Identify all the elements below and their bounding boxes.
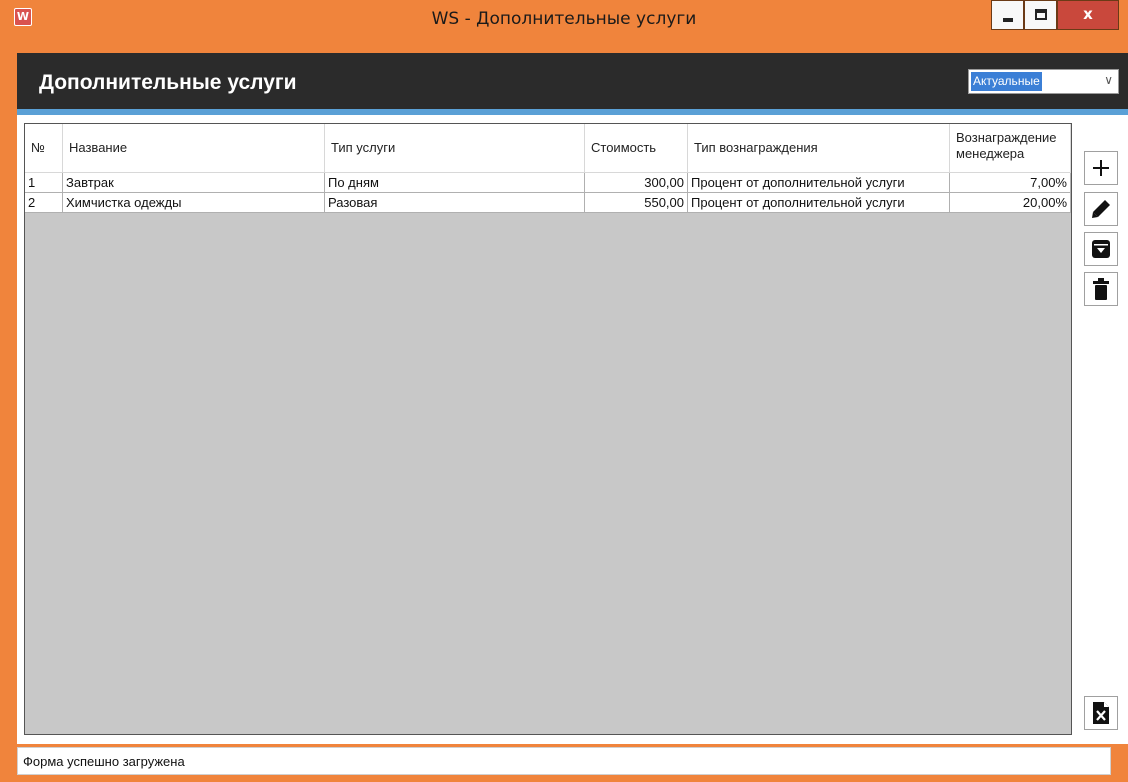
cell-number: 1 <box>25 173 63 193</box>
add-button[interactable] <box>1084 151 1118 185</box>
cell-number: 2 <box>25 193 63 213</box>
excel-export-icon <box>1093 702 1109 724</box>
filter-selected-value: Актуальные <box>971 72 1042 91</box>
cell-reward-type: Процент от дополнительной услуги <box>688 173 950 193</box>
column-header-service-type[interactable]: Тип услуги <box>325 124 585 173</box>
column-header-name[interactable]: Название <box>63 124 325 173</box>
column-header-cost[interactable]: Стоимость <box>585 124 688 173</box>
main-content: № Название Тип услуги Стоимость Тип возн… <box>17 115 1128 744</box>
trash-icon <box>1093 278 1109 300</box>
archive-icon <box>1092 240 1110 258</box>
minimize-button[interactable] <box>991 0 1024 30</box>
cell-name: Химчистка одежды <box>63 193 325 213</box>
export-excel-button[interactable] <box>1084 696 1118 730</box>
table-row[interactable]: 2 Химчистка одежды Разовая 550,00 Процен… <box>25 193 1071 213</box>
table-row[interactable]: 1 Завтрак По дням 300,00 Процент от допо… <box>25 173 1071 193</box>
status-filter-select[interactable]: Актуальные ∨ <box>968 69 1119 94</box>
grid-header: № Название Тип услуги Стоимость Тип возн… <box>25 124 1071 173</box>
maximize-button[interactable] <box>1024 0 1057 30</box>
archive-button[interactable] <box>1084 232 1118 266</box>
cell-service-type: По дням <box>325 173 585 193</box>
title-bar[interactable]: W WS - Дополнительные услуги x <box>0 0 1128 38</box>
column-header-reward-type[interactable]: Тип вознаграждения <box>688 124 950 173</box>
column-header-number[interactable]: № <box>25 124 63 173</box>
app-window: W WS - Дополнительные услуги x Дополните… <box>0 0 1128 782</box>
delete-button[interactable] <box>1084 272 1118 306</box>
page-header: Дополнительные услуги Актуальные ∨ <box>17 53 1128 109</box>
pencil-icon <box>1092 200 1110 218</box>
edit-button[interactable] <box>1084 192 1118 226</box>
minimize-icon <box>1003 18 1013 22</box>
window-title: WS - Дополнительные услуги <box>431 9 697 29</box>
status-bar: Форма успешно загружена <box>17 747 1111 775</box>
cell-manager-reward: 20,00% <box>950 193 1071 213</box>
status-message: Форма успешно загружена <box>23 754 185 769</box>
cell-cost: 550,00 <box>585 193 688 213</box>
cell-manager-reward: 7,00% <box>950 173 1071 193</box>
page-title: Дополнительные услуги <box>39 71 297 94</box>
services-grid[interactable]: № Название Тип услуги Стоимость Тип возн… <box>24 123 1072 735</box>
cell-name: Завтрак <box>63 173 325 193</box>
maximize-icon <box>1035 9 1047 20</box>
cell-reward-type: Процент от дополнительной услуги <box>688 193 950 213</box>
close-icon: x <box>1083 5 1093 23</box>
chevron-down-icon[interactable]: ∨ <box>1104 73 1113 87</box>
plus-icon <box>1093 160 1109 176</box>
cell-service-type: Разовая <box>325 193 585 213</box>
column-header-manager-reward[interactable]: Вознаграждение менеджера <box>950 124 1071 173</box>
close-button[interactable]: x <box>1057 0 1119 30</box>
cell-cost: 300,00 <box>585 173 688 193</box>
